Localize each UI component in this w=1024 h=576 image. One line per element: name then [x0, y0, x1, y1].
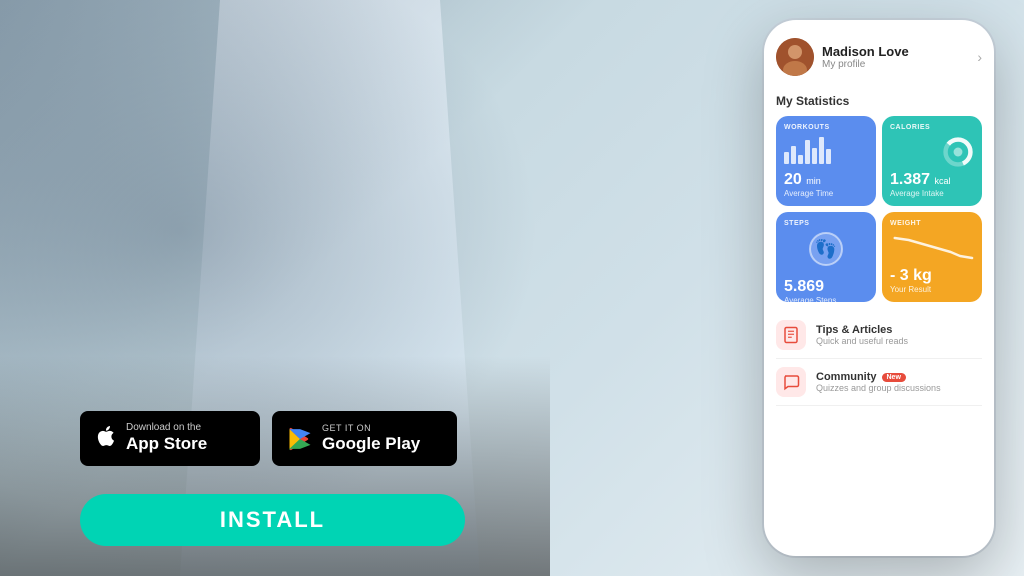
profile-left: Madison Love My profile — [776, 38, 909, 76]
steps-card: STEPS 👣 5.869 Average Steps — [776, 212, 876, 302]
svg-text:👣: 👣 — [815, 238, 837, 260]
community-subtitle: Quizzes and group discussions — [816, 383, 982, 393]
steps-icon: 👣 — [784, 231, 868, 274]
workouts-value-group: 20 min Average Time — [784, 171, 868, 198]
bar-6 — [819, 137, 824, 164]
weight-value: - 3 kg — [890, 267, 932, 284]
workouts-card: WORKOUTS 20 min Average Time — [776, 116, 876, 206]
calories-unit: kcal — [934, 176, 950, 186]
steps-desc: Average Steps — [784, 296, 868, 302]
community-text-group: Community New Quizzes and group discussi… — [816, 371, 982, 393]
phone-mockup: Madison Love My profile › My Statistics … — [764, 20, 994, 556]
google-play-text: GET IT ON Google Play — [322, 423, 420, 454]
workouts-value: 20 — [784, 171, 806, 188]
install-button[interactable]: INSTALL — [80, 494, 465, 546]
app-store-small-label: Download on the — [126, 422, 207, 434]
weight-desc: Your Result — [890, 285, 974, 294]
workouts-label: WORKOUTS — [784, 124, 868, 131]
workouts-unit: min — [806, 176, 821, 186]
stats-section-title: My Statistics — [776, 94, 982, 108]
chevron-right-icon: › — [977, 49, 982, 65]
steps-value-group: 5.869 Average Steps — [784, 278, 868, 302]
calories-value-group: 1.387 kcal Average Intake — [890, 171, 974, 198]
install-label: INSTALL — [220, 507, 325, 533]
weight-card: WEIGHT - 3 kg Your Result — [882, 212, 982, 302]
tips-text-group: Tips & Articles Quick and useful reads — [816, 324, 982, 346]
stats-grid: WORKOUTS 20 min Average Time CALORIES — [776, 116, 982, 302]
profile-section[interactable]: Madison Love My profile › — [776, 32, 982, 82]
workouts-bar-chart — [784, 134, 868, 164]
profile-name: Madison Love — [822, 44, 909, 59]
app-store-big-label: App Store — [126, 434, 207, 454]
avatar — [776, 38, 814, 76]
weight-line-chart — [890, 230, 974, 262]
profile-subtitle: My profile — [822, 59, 909, 70]
phone-inner: Madison Love My profile › My Statistics … — [764, 20, 994, 556]
apple-icon — [94, 423, 118, 455]
bar-5 — [812, 148, 817, 165]
calories-donut-chart — [942, 136, 974, 168]
calories-value: 1.387 — [890, 171, 934, 188]
google-play-button[interactable]: GET IT ON Google Play — [272, 411, 457, 466]
bar-7 — [826, 149, 831, 164]
tips-title: Tips & Articles — [816, 324, 982, 336]
steps-value: 5.869 — [784, 278, 824, 295]
steps-label: STEPS — [784, 220, 868, 227]
app-store-text: Download on the App Store — [126, 422, 207, 454]
community-icon — [782, 373, 800, 391]
bar-1 — [784, 152, 789, 164]
community-icon-circle — [776, 367, 806, 397]
community-title: Community New — [816, 371, 982, 383]
weight-label: WEIGHT — [890, 220, 974, 227]
tips-icon — [782, 326, 800, 344]
weight-value-group: - 3 kg Your Result — [890, 267, 974, 294]
workouts-desc: Average Time — [784, 189, 868, 198]
tips-subtitle: Quick and useful reads — [816, 336, 982, 346]
tips-icon-circle — [776, 320, 806, 350]
google-play-big-label: Google Play — [322, 434, 420, 454]
app-store-button[interactable]: Download on the App Store — [80, 411, 260, 466]
tips-menu-item[interactable]: Tips & Articles Quick and useful reads — [776, 312, 982, 359]
calories-card: CALORIES 1.387 kcal Average Intake — [882, 116, 982, 206]
bar-4 — [805, 140, 810, 164]
bar-2 — [791, 146, 796, 164]
profile-info: Madison Love My profile — [822, 44, 909, 70]
calories-desc: Average Intake — [890, 189, 974, 198]
store-buttons-container: Download on the App Store GET IT ON Goog… — [80, 411, 457, 466]
google-play-icon — [286, 425, 314, 453]
community-menu-item[interactable]: Community New Quizzes and group discussi… — [776, 359, 982, 406]
calories-label: CALORIES — [890, 124, 974, 131]
bar-3 — [798, 155, 803, 164]
google-play-small-label: GET IT ON — [322, 423, 420, 434]
community-new-badge: New — [882, 373, 906, 382]
